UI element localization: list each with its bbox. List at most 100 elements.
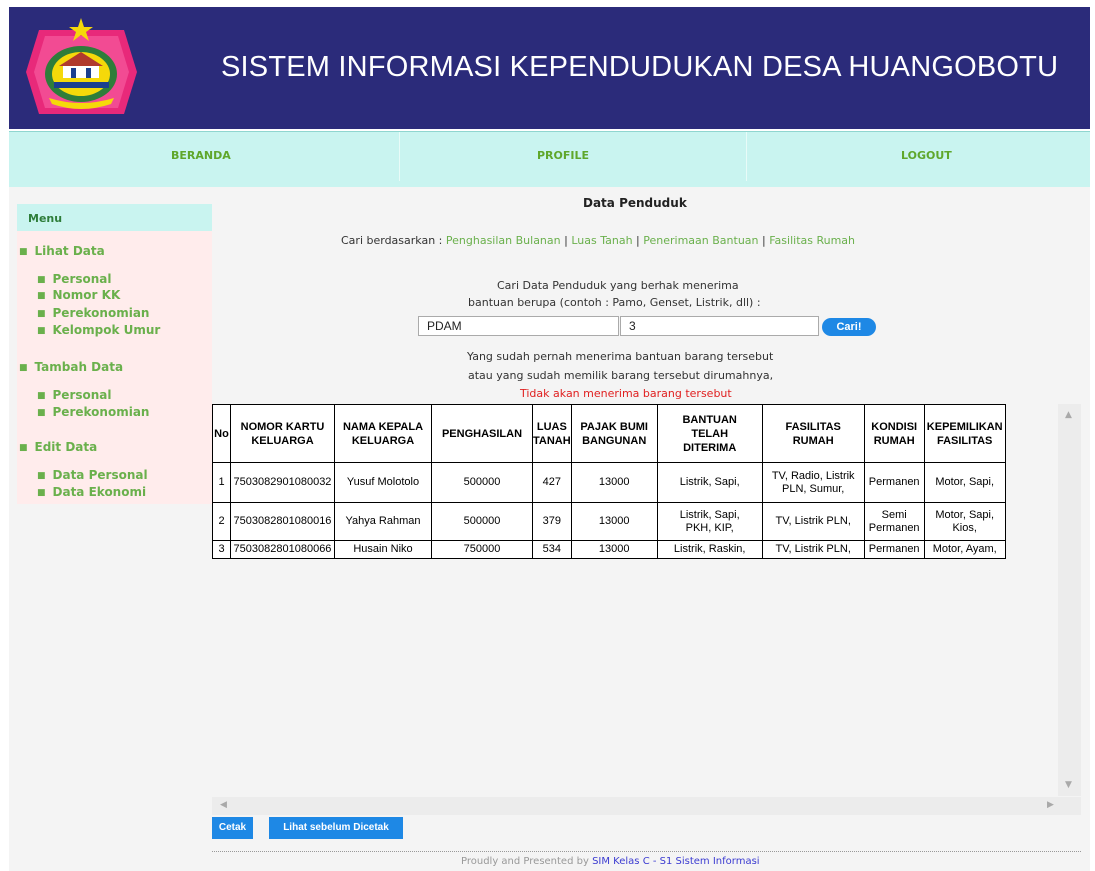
sidebar-item-tambah-perekonomian[interactable]: ■ Perekonomian [37, 405, 149, 419]
footer-link[interactable]: SIM Kelas C - S1 Sistem Informasi [592, 856, 760, 867]
nav-divider [746, 132, 747, 182]
table-cell-text: Permanen [868, 521, 920, 534]
column-header: NOMOR KARTU KELUARGA [230, 404, 335, 463]
table-cell-text: Motor, Ayam, [932, 543, 997, 555]
search-description-2: bantuan berupa (contoh : Pamo, Genset, L… [468, 296, 761, 309]
bullet-icon: ■ [19, 443, 28, 453]
scroll-up-icon[interactable]: ▲ [1065, 410, 1072, 420]
preview-button[interactable]: Lihat sebelum Dicetak [269, 817, 403, 839]
vertical-scrollbar[interactable]: ▲ ▼ [1058, 404, 1081, 796]
table-cell-text: Permanen [868, 543, 920, 555]
column-header: KEPEMILIKAN FASILITAS [923, 404, 1006, 463]
search-link-fasilitas-rumah[interactable]: Fasilitas Rumah [769, 234, 855, 247]
column-header-text: NAMA KEPALA [342, 420, 424, 433]
print-button[interactable]: Cetak [212, 817, 253, 839]
table-cell: 500000 [431, 462, 533, 503]
bullet-icon: ■ [19, 363, 28, 373]
table-cell-text: 2 [218, 515, 225, 527]
bullet-icon: ■ [37, 471, 46, 481]
column-header-text: BANGUNAN [582, 434, 647, 447]
sidebar-item-perekonomian[interactable]: ■ Perekonomian [37, 306, 149, 320]
search-link-penerimaan-bantuan[interactable]: Penerimaan Bantuan [643, 234, 758, 247]
search-link-penghasilan[interactable]: Penghasilan Bulanan [446, 234, 561, 247]
table-cell-text: 13000 [598, 543, 630, 555]
bullet-icon: ■ [37, 488, 46, 498]
table-cell: Motor, Ayam, [923, 540, 1006, 559]
table-body: 1 7503082901080032 Yusuf Molotolo 500000 427… [212, 462, 1006, 559]
table-cell: 750000 [431, 540, 533, 559]
table-cell: 2 [212, 502, 231, 541]
table-cell: Motor, Sapi, Kios, [923, 502, 1006, 541]
table-cell-text: Kios, [952, 521, 977, 534]
separator: | [564, 234, 568, 247]
scroll-down-icon[interactable]: ▼ [1065, 780, 1072, 790]
sidebar-item-label: Perekonomian [52, 405, 150, 419]
sidebar-item-label: Data Personal [52, 468, 148, 482]
scroll-left-icon[interactable]: ◀ [220, 800, 227, 810]
search-input-item[interactable]: PDAM [418, 316, 619, 336]
table-header-row: No NOMOR KARTU KELUARGA NAMA KEPALA KELUARGA… [212, 404, 1006, 463]
scroll-right-icon[interactable]: ▶ [1047, 800, 1054, 810]
search-description-1: Cari Data Penduduk yang berhak menerima [497, 279, 739, 292]
sidebar-item-kelompok-umur[interactable]: ■ Kelompok Umur [37, 323, 160, 337]
regency-emblem-icon [19, 12, 144, 122]
sidebar-lihat-data[interactable]: ■ Lihat Data [19, 244, 105, 258]
table-cell-text: Semi [881, 508, 907, 521]
table-row: 1 7503082901080032 Yusuf Molotolo 500000 427… [212, 462, 1006, 503]
column-header: NAMA KEPALA KELUARGA [334, 404, 432, 463]
table-cell-text: PKH, KIP, [685, 521, 734, 534]
table-cell-text: PLN, Sumur, [782, 482, 845, 495]
column-header-text: FASILITAS [785, 420, 841, 433]
table-cell: 13000 [570, 502, 658, 541]
column-header: PENGHASILAN [431, 404, 533, 463]
horizontal-scrollbar[interactable]: ◀ ▶ [212, 797, 1081, 815]
table-cell: TV, Radio, Listrik PLN, Sumur, [761, 462, 865, 503]
table-cell: Listrik, Sapi, PKH, KIP, [656, 502, 763, 541]
search-by-label: Cari berdasarkan : [341, 234, 443, 247]
table-cell: 379 [532, 502, 572, 541]
nav-beranda[interactable]: BERANDA [171, 149, 231, 162]
sidebar-lihat-label: Lihat Data [34, 244, 105, 258]
bullet-icon: ■ [37, 326, 46, 336]
search-link-luas-tanah[interactable]: Luas Tanah [571, 234, 632, 247]
table-cell: Semi Permanen [863, 502, 925, 541]
table-cell: 500000 [431, 502, 533, 541]
table-cell-text: 379 [542, 515, 562, 527]
table-cell: Husain Niko [334, 540, 432, 559]
table-cell: Yahya Rahman [334, 502, 432, 541]
table-cell: Permanen [863, 540, 925, 559]
page-title: Data Penduduk [583, 196, 687, 210]
bullet-icon: ■ [37, 408, 46, 418]
sidebar-item-nomor-kk[interactable]: ■ Nomor KK [37, 288, 120, 302]
sidebar-tambah-data[interactable]: ■ Tambah Data [19, 360, 123, 374]
column-header-text: BANTUAN [682, 413, 737, 426]
sidebar-title: Menu [28, 212, 63, 225]
sidebar-edit-data[interactable]: ■ Edit Data [19, 440, 97, 454]
data-table-viewport[interactable]: No NOMOR KARTU KELUARGA NAMA KEPALA KELUARGA… [212, 404, 1053, 796]
table-cell-text: 3 [218, 543, 225, 555]
table-cell-text: 13000 [598, 476, 630, 488]
search-by-line: Cari berdasarkan : Penghasilan Bulanan |… [341, 234, 855, 247]
sidebar-item-data-ekonomi[interactable]: ■ Data Ekonomi [37, 485, 146, 499]
column-header-text: PENGHASILAN [441, 427, 523, 440]
sidebar-item-tambah-personal[interactable]: ■ Personal [37, 388, 112, 402]
sidebar-item-personal[interactable]: ■ Personal [37, 272, 112, 286]
nav-profile[interactable]: PROFILE [537, 149, 589, 162]
sidebar-item-data-personal[interactable]: ■ Data Personal [37, 468, 148, 482]
search-button[interactable]: Cari! [822, 318, 876, 336]
table-cell-text: Listrik, Sapi, [679, 476, 740, 488]
table-cell: 13000 [570, 462, 658, 503]
search-input-count[interactable]: 3 [620, 316, 819, 336]
column-header-text: FASILITAS [936, 434, 993, 447]
table-cell-text: Listrik, Raskin, [673, 543, 746, 555]
column-header: No [212, 404, 231, 463]
nav-logout[interactable]: LOGOUT [901, 149, 952, 162]
bullet-icon: ■ [37, 291, 46, 301]
table-cell-text: 7503082801080066 [233, 543, 332, 555]
nav-divider [399, 132, 400, 182]
table-cell: Yusuf Molotolo [334, 462, 432, 503]
footer-divider [212, 851, 1081, 852]
table-cell: 7503082901080032 [230, 462, 335, 503]
table-cell-text: Motor, Sapi, [935, 508, 995, 521]
column-header: PAJAK BUMI BANGUNAN [570, 404, 658, 463]
